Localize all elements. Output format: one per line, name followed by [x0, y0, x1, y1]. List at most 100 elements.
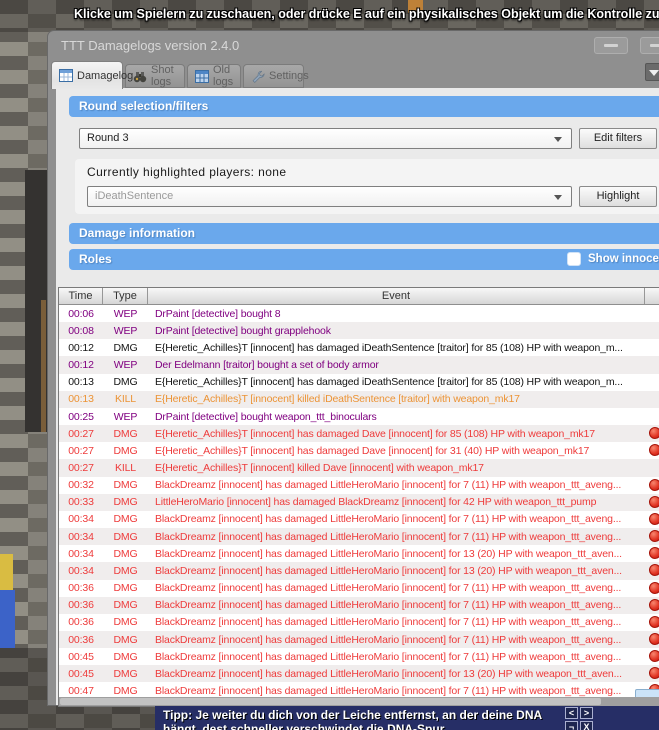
- type-cell: DMG: [113, 496, 138, 509]
- damage-info-icon[interactable]: [649, 581, 659, 594]
- tab-settings[interactable]: Settings: [243, 64, 309, 88]
- time-cell: 00:34: [68, 530, 94, 543]
- type-cell: DMG: [113, 427, 138, 440]
- time-cell: 00:34: [68, 564, 94, 577]
- type-cell: DMG: [113, 444, 138, 457]
- tab-old-logs[interactable]: Old logs: [187, 64, 241, 88]
- log-row[interactable]: 00:45 DMG BlackDreamz [innocent] has damag…: [59, 648, 659, 665]
- damage-info-icon[interactable]: [649, 427, 659, 440]
- log-row[interactable]: 00:08 WEP DrPaint [detective] bought grapp…: [59, 322, 659, 340]
- highlight-button[interactable]: Highlight: [579, 186, 657, 207]
- log-row[interactable]: 00:34 DMG BlackDreamz [innocent] has damag…: [59, 545, 659, 562]
- log-row[interactable]: 00:27 KILL E{Heretic_Achilles}T [innocent]…: [59, 459, 659, 477]
- damage-info-icon[interactable]: [649, 444, 659, 457]
- column-header-type[interactable]: Type: [103, 288, 148, 304]
- log-row[interactable]: 00:33 DMG LittleHeroMario [innocent] has d…: [59, 493, 659, 511]
- time-cell: 00:27: [68, 427, 94, 440]
- column-header-time[interactable]: Time: [59, 288, 103, 304]
- time-cell: 00:27: [68, 461, 94, 474]
- damage-info-icon[interactable]: [649, 495, 659, 508]
- show-innocent-checkbox[interactable]: [567, 252, 581, 266]
- type-cell: DMG: [113, 564, 138, 577]
- table-header: Time Type Event: [59, 288, 659, 305]
- damage-info-icon[interactable]: [649, 667, 659, 680]
- log-row[interactable]: 00:34 DMG BlackDreamz [innocent] has damag…: [59, 511, 659, 528]
- log-row[interactable]: 00:36 DMG BlackDreamz [innocent] has damag…: [59, 614, 659, 631]
- log-row[interactable]: 00:36 DMG BlackDreamz [innocent] has damag…: [59, 596, 659, 614]
- event-cell: BlackDreamz [innocent] has damaged Littl…: [155, 685, 622, 698]
- tip-prev-button[interactable]: <: [565, 707, 578, 719]
- log-row[interactable]: 00:13 DMG E{Heretic_Achilles}T [innocent] …: [59, 374, 659, 391]
- damage-info-icon[interactable]: [649, 598, 659, 611]
- close-button[interactable]: [640, 37, 659, 54]
- player-select-value: iDeathSentence: [95, 190, 174, 202]
- type-cell: DMG: [113, 530, 138, 543]
- time-cell: 00:33: [68, 496, 94, 509]
- damage-info-icon[interactable]: [649, 512, 659, 525]
- tab-overflow-button[interactable]: [645, 63, 659, 81]
- log-row[interactable]: 00:45 DMG BlackDreamz [innocent] has damag…: [59, 665, 659, 683]
- player-select[interactable]: iDeathSentence: [87, 186, 572, 207]
- type-cell: DMG: [113, 685, 138, 698]
- log-row[interactable]: 00:34 DMG BlackDreamz [innocent] has damag…: [59, 562, 659, 580]
- event-cell: BlackDreamz [innocent] has damaged Littl…: [155, 667, 622, 680]
- scrollbar-thumb[interactable]: [60, 698, 602, 705]
- log-row[interactable]: 00:36 DMG BlackDreamz [innocent] has damag…: [59, 580, 659, 597]
- game-world-door-edge: [41, 300, 46, 432]
- tip-extra-button-1[interactable]: ¬: [565, 721, 578, 730]
- log-row[interactable]: 00:12 DMG E{Heretic_Achilles}T [innocent] …: [59, 339, 659, 356]
- edit-filters-button[interactable]: Edit filters: [579, 128, 657, 149]
- log-row[interactable]: 00:13 KILL E{Heretic_Achilles}T [innocent]…: [59, 390, 659, 408]
- titlebar[interactable]: TTT Damagelogs version 2.4.0: [48, 31, 659, 59]
- type-cell: DMG: [113, 667, 138, 680]
- damagelog-table-icon: [59, 69, 73, 82]
- event-cell: BlackDreamz [innocent] has damaged Littl…: [155, 616, 622, 629]
- horizontal-scrollbar[interactable]: [59, 697, 659, 706]
- event-cell: DrPaint [detective] bought grapplehook: [155, 324, 331, 337]
- time-cell: 00:13: [68, 393, 94, 406]
- log-row[interactable]: 00:27 DMG E{Heretic_Achilles}T [innocent] …: [59, 425, 659, 443]
- damage-info-icon[interactable]: [649, 547, 659, 560]
- round-select[interactable]: Round 3: [79, 128, 572, 149]
- type-cell: WEP: [113, 307, 138, 320]
- binoculars-icon: [133, 70, 147, 83]
- tip-extra-button-2[interactable]: X: [580, 721, 593, 730]
- damage-info-icon[interactable]: [649, 478, 659, 491]
- log-row[interactable]: 00:12 WEP Der Edelmann [traitor] bought a …: [59, 356, 659, 374]
- minimize-button[interactable]: [594, 37, 628, 54]
- damage-info-icon[interactable]: [649, 615, 659, 628]
- tab-shot-logs[interactable]: Shot logs: [125, 64, 185, 88]
- time-cell: 00:45: [68, 650, 94, 663]
- event-cell: E{Heretic_Achilles}T [innocent] has dama…: [155, 341, 623, 354]
- tab-damagelog[interactable]: Damagelog: [51, 61, 133, 89]
- event-cell: BlackDreamz [innocent] has damaged Littl…: [155, 633, 622, 646]
- column-header-event[interactable]: Event: [148, 288, 645, 304]
- type-cell: DMG: [113, 547, 138, 560]
- event-cell: BlackDreamz [innocent] has damaged Littl…: [155, 650, 622, 663]
- tab-label: Shot logs: [151, 64, 174, 88]
- log-row[interactable]: 00:25 WEP DrPaint [detective] bought weapo…: [59, 408, 659, 425]
- damage-info-icon[interactable]: [649, 632, 659, 645]
- time-cell: 00:45: [68, 667, 94, 680]
- damage-info-icon[interactable]: [649, 650, 659, 663]
- log-row[interactable]: 00:06 WEP DrPaint [detective] bought 8: [59, 305, 659, 322]
- chevron-down-icon: [649, 70, 659, 76]
- log-row[interactable]: 00:32 DMG BlackDreamz [innocent] has damag…: [59, 477, 659, 494]
- log-row[interactable]: 00:34 DMG BlackDreamz [innocent] has damag…: [59, 528, 659, 546]
- type-cell: DMG: [113, 479, 138, 492]
- time-cell: 00:06: [68, 307, 94, 320]
- chevron-down-icon: [554, 195, 562, 200]
- damagelog-window: TTT Damagelogs version 2.4.0 Damagelog S…: [47, 30, 659, 707]
- log-row[interactable]: 00:27 DMG E{Heretic_Achilles}T [innocent] …: [59, 442, 659, 459]
- time-cell: 00:32: [68, 479, 94, 492]
- tab-bar: Damagelog Shot logs Old logs Settings: [48, 61, 659, 89]
- damage-info-icon[interactable]: [649, 530, 659, 543]
- type-cell: DMG: [113, 341, 138, 354]
- log-row[interactable]: 00:36 DMG BlackDreamz [innocent] has damag…: [59, 630, 659, 649]
- type-cell: WEP: [113, 410, 138, 423]
- damage-info-icon[interactable]: [649, 564, 659, 577]
- show-innocent-label: Show innocent players: [588, 253, 659, 265]
- event-cell: E{Heretic_Achilles}T [innocent] has dama…: [155, 444, 590, 457]
- tip-next-button[interactable]: >: [580, 707, 593, 719]
- event-cell: LittleHeroMario [innocent] has damaged B…: [155, 496, 597, 509]
